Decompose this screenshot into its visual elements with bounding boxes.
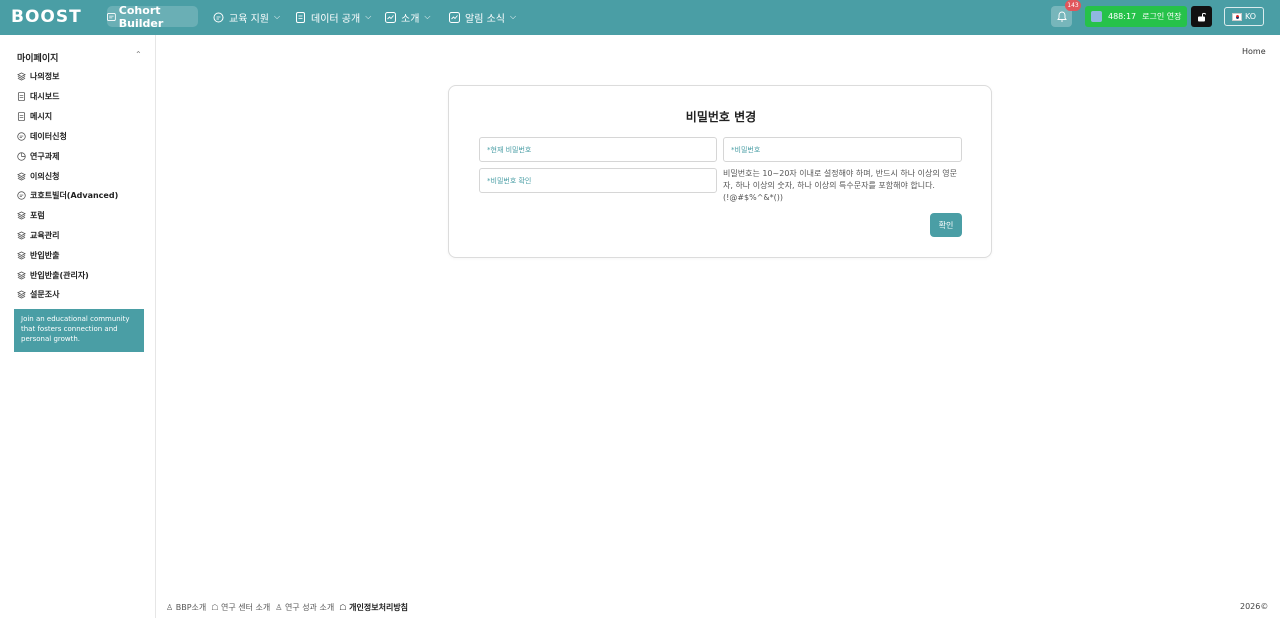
nav-menu-label: 교육 지원 [229,13,269,25]
sidebar-item-label: 반입반출 [30,250,60,260]
sidebar-item-label: 코호트빌더(Advanced) [30,190,119,200]
sidebar-item-import-export[interactable]: 반입반출 [17,248,59,262]
language-label: KO [1244,12,1257,21]
document-icon [296,11,305,23]
sidebar-item-cohort-builder-advanced[interactable]: 코호트빌더(Advanced) [17,188,118,202]
chevron-up-icon[interactable]: ⌃ [135,50,142,59]
nav-menu-data[interactable]: 데이터 공개 ⌵ [295,7,371,27]
confirm-password-input[interactable] [479,168,717,193]
footer-link-research-results[interactable]: ♙ 연구 성과 소개 [275,602,334,613]
avatar [1091,11,1102,22]
nav-menu-news[interactable]: 알림 소식 ⌵ [449,7,516,27]
cohort-builder-button[interactable]: Cohort Builder [107,3,198,30]
layers-icon [17,71,26,81]
message-icon [17,190,26,200]
brand-logo[interactable]: BOOST [11,7,82,27]
sidebar-item-dashboard[interactable]: 대시보드 [17,89,59,103]
chart-icon [17,151,26,161]
notification-count-badge: 143 [1065,0,1081,11]
nav-menu-about[interactable]: 소개 ⌵ [385,7,430,27]
layers-icon [17,270,26,280]
sidebar-item-label: 나의정보 [30,71,60,81]
unlock-icon [1197,12,1206,21]
footer-link-label: 연구 센터 소개 [220,603,271,612]
message-icon [17,131,26,141]
document-icon [17,111,26,121]
layers-icon [17,230,26,240]
sidebar-item-import-export-admin[interactable]: 반입반출(관리자) [17,268,89,282]
sidebar-item-education-management[interactable]: 교육관리 [17,228,59,242]
page-title: 비밀번호 변경 [685,110,757,124]
current-password-input[interactable] [479,137,717,162]
breadcrumb[interactable]: Home [1242,47,1266,56]
chart-icon [449,11,460,23]
sidebar-item-survey[interactable]: 설문조사 [17,287,59,301]
copyright: 2026© [1240,602,1269,611]
nav-menu-education[interactable]: 교육 지원 ⌵ [213,7,280,27]
sidebar: 마이페이지 ⌃ 나의정보 대시보드 메시지 데이터신청 연구과제 이의신청 코호… [0,35,156,618]
sidebar-item-label: 데이터신청 [30,131,67,141]
document-icon [17,91,26,101]
language-selector[interactable]: KO [1224,7,1264,26]
nav-menu-label: 알림 소식 [465,13,505,25]
layers-icon [17,289,26,299]
sidebar-item-forum[interactable]: 포럼 [17,208,45,222]
layers-icon [17,210,26,220]
sidebar-item-label: 이의신청 [30,171,60,181]
footer-link-privacy-policy[interactable]: ☖ 개인정보처리방침 [339,602,408,613]
session-timer: 488:17 [1108,12,1137,21]
chevron-down-icon: ⌵ [509,12,517,21]
message-icon [213,12,224,22]
footer-link-about[interactable]: ♙ BBP소개 [166,602,206,613]
layers-icon [17,250,26,260]
session-extend-button[interactable]: 488:17 로그인 연장 [1085,6,1187,27]
confirm-button[interactable]: 확인 [930,213,962,237]
footer-link-research-center[interactable]: ☖ 연구 센터 소개 [211,602,270,613]
sidebar-item-research[interactable]: 연구과제 [17,149,59,163]
sidebar-item-messages[interactable]: 메시지 [17,109,52,123]
sidebar-item-label: 포럼 [30,210,45,220]
session-extend-label: 로그인 연장 [1142,12,1182,21]
sidebar-item-label: 교육관리 [30,230,60,240]
cohort-builder-label: Cohort Builder [118,3,164,30]
chart-icon [385,11,396,23]
layers-icon [17,171,26,181]
chevron-down-icon: ⌵ [424,12,431,21]
bell-icon [1056,11,1067,22]
sidebar-item-label: 설문조사 [30,289,60,299]
sidebar-title: 마이페이지 [17,54,59,64]
sidebar-item-label: 반입반출(관리자) [30,270,89,280]
korea-flag-icon [1231,12,1242,21]
nav-menu-label: 데이터 공개 [311,13,361,25]
sidebar-item-objection[interactable]: 이의신청 [17,169,59,183]
sidebar-item-label: 메시지 [30,111,53,121]
chevron-down-icon: ⌵ [273,12,281,21]
new-password-input[interactable] [723,137,962,162]
chevron-down-icon: ⌵ [365,12,372,21]
community-promo-banner[interactable]: Join an educational community that foste… [14,309,144,352]
footer-link-label: 개인정보처리방침 [349,603,409,612]
footer-links: ♙ BBP소개 ☖ 연구 센터 소개 ♙ 연구 성과 소개 ☖ 개인정보처리방침 [166,602,408,613]
sidebar-item-label: 대시보드 [30,91,60,101]
sidebar-item-label: 연구과제 [30,151,60,161]
top-navigation-bar: BOOST Cohort Builder 교육 지원 ⌵ 데이터 공개 ⌵ 소개… [0,0,1280,35]
password-rules-help: 비밀번호는 10~20자 이내로 설정해야 하며, 반드시 하나 이상의 영문자… [723,169,957,202]
logout-button[interactable] [1191,6,1212,27]
sidebar-item-my-info[interactable]: 나의정보 [17,69,59,83]
footer-link-label: BBP소개 [175,603,207,612]
footer-link-label: 연구 성과 소개 [284,603,335,612]
grid-icon [107,12,116,21]
sidebar-item-data-request[interactable]: 데이터신청 [17,129,67,143]
nav-menu-label: 소개 [401,13,420,25]
